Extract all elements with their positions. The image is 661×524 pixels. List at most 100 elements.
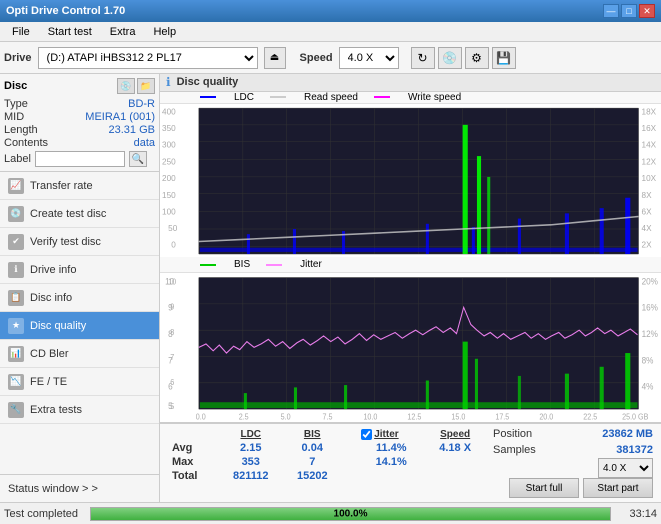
svg-text:12%: 12% [642, 329, 659, 340]
position-row: Position 23862 MB [493, 428, 653, 440]
upper-chart-container: 400 350 300 250 200 150 100 50 0 18X 16X… [160, 104, 661, 258]
menu-help[interactable]: Help [145, 24, 184, 40]
nav-disc-info-label: Disc info [30, 292, 72, 304]
svg-text:5.0: 5.0 [281, 412, 291, 421]
nav-cd-bler[interactable]: 📊 CD Bler [0, 340, 159, 368]
disc-btn-2[interactable]: 📁 [137, 78, 155, 94]
jitter-header: Jitter [374, 429, 398, 440]
label-label: Label [4, 153, 31, 165]
charts-area: LDC Read speed Write speed [160, 92, 661, 423]
speed-select[interactable]: 4.0 X [339, 47, 399, 69]
minimize-button[interactable]: — [603, 4, 619, 18]
start-full-button[interactable]: Start full [509, 478, 579, 498]
lower-chart-svg: 10 9 8 7 6 5 10 9 8 7 6 5 20% [160, 273, 661, 422]
stats-max-row: Max 353 7 14.1% [168, 455, 485, 469]
max-jitter: 14.1% [357, 455, 425, 469]
refresh-icon[interactable]: ↻ [411, 47, 435, 69]
disc-contents-row: Contents data [4, 137, 155, 149]
stats-avg-row: Avg 2.15 0.04 11.4% 4.18 X [168, 441, 485, 455]
close-button[interactable]: ✕ [639, 4, 655, 18]
svg-text:10X: 10X [642, 174, 657, 183]
cd-bler-icon: 📊 [8, 346, 24, 362]
drive-label: Drive [4, 52, 32, 64]
avg-jitter: 11.4% [357, 441, 425, 455]
svg-text:10: 10 [168, 277, 176, 286]
jitter-legend-color [266, 264, 282, 266]
label-edit-button[interactable]: 🔍 [129, 151, 147, 167]
svg-text:18X: 18X [642, 107, 657, 116]
jitter-legend-label: Jitter [300, 259, 322, 270]
lower-chart-wrapper: BIS Jitter [160, 257, 661, 423]
lower-chart-container: 10 9 8 7 6 5 10 9 8 7 6 5 20% [160, 273, 661, 423]
status-window-nav[interactable]: Status window > > [0, 474, 159, 502]
disc-mid-row: MID MEIRA1 (001) [4, 111, 155, 123]
svg-text:16%: 16% [642, 303, 659, 314]
jitter-checkbox-row: Jitter [361, 429, 421, 440]
bis-legend-label: BIS [234, 259, 250, 270]
menu-file[interactable]: File [4, 24, 38, 40]
svg-text:17.5: 17.5 [495, 412, 509, 421]
length-value: 23.31 GB [109, 124, 155, 136]
svg-text:5: 5 [170, 402, 174, 411]
nav-disc-info[interactable]: 📋 Disc info [0, 284, 159, 312]
nav-verify-test-disc[interactable]: ✔ Verify test disc [0, 228, 159, 256]
length-label: Length [4, 124, 38, 136]
svg-text:9: 9 [170, 303, 174, 312]
ldc-legend-label: LDC [234, 92, 254, 103]
nav-items: 📈 Transfer rate 💿 Create test disc ✔ Ver… [0, 172, 159, 474]
mid-label: MID [4, 111, 24, 123]
eject-button[interactable]: ⏏ [264, 47, 286, 69]
svg-text:350: 350 [162, 124, 176, 133]
jitter-checkbox[interactable] [361, 429, 372, 440]
speed-label: Speed [300, 52, 333, 64]
label-input[interactable] [35, 151, 125, 167]
total-ldc: 821112 [218, 469, 283, 483]
position-value: 23862 MB [602, 428, 653, 440]
upper-chart-svg: 400 350 300 250 200 150 100 50 0 18X 16X… [160, 104, 661, 258]
svg-text:25.0 GB: 25.0 GB [622, 255, 648, 257]
chart-title: Disc quality [177, 76, 239, 88]
disc-btn-1[interactable]: 💿 [117, 78, 135, 94]
svg-text:150: 150 [162, 190, 176, 199]
nav-fe-te[interactable]: 📉 FE / TE [0, 368, 159, 396]
svg-text:14X: 14X [642, 140, 657, 149]
max-ldc: 353 [218, 455, 283, 469]
stats-bar: LDC BIS Jitter Speed Avg 2.1 [160, 423, 661, 502]
nav-create-test-disc[interactable]: 💿 Create test disc [0, 200, 159, 228]
menu-extra[interactable]: Extra [102, 24, 144, 40]
nav-extra-tests[interactable]: 🔧 Extra tests [0, 396, 159, 424]
save-icon[interactable]: 💾 [492, 47, 516, 69]
nav-transfer-rate[interactable]: 📈 Transfer rate [0, 172, 159, 200]
menu-start-test[interactable]: Start test [40, 24, 100, 40]
bottom-bar: Test completed 100.0% 33:14 [0, 502, 661, 524]
svg-text:200: 200 [162, 174, 176, 183]
disc-info-icon: 📋 [8, 290, 24, 306]
read-speed-legend-color [270, 96, 286, 98]
nav-drive-info[interactable]: ℹ Drive info [0, 256, 159, 284]
app-title: Opti Drive Control 1.70 [6, 5, 125, 17]
svg-text:0.0: 0.0 [196, 255, 206, 257]
speed-dropdown[interactable]: 4.0 X [598, 458, 653, 478]
maximize-button[interactable]: □ [621, 4, 637, 18]
svg-text:8X: 8X [642, 190, 652, 199]
progress-bar-container: 100.0% [90, 507, 611, 521]
svg-text:0: 0 [171, 240, 176, 249]
disc-icon[interactable]: 💿 [438, 47, 462, 69]
samples-label: Samples [493, 444, 536, 456]
svg-text:10.0: 10.0 [363, 412, 377, 421]
svg-text:7: 7 [170, 353, 174, 362]
create-test-disc-icon: 💿 [8, 206, 24, 222]
title-bar: Opti Drive Control 1.70 — □ ✕ [0, 0, 661, 22]
disc-label-row: Label 🔍 [4, 151, 155, 167]
samples-value: 381372 [616, 444, 653, 456]
toolbar-icons: ↻ 💿 ⚙ 💾 [411, 47, 516, 69]
drive-select[interactable]: (D:) ATAPI iHBS312 2 PL17 [38, 47, 258, 69]
upper-chart-wrapper: LDC Read speed Write speed [160, 92, 661, 258]
nav-disc-quality[interactable]: ★ Disc quality [0, 312, 159, 340]
svg-text:17.5: 17.5 [495, 255, 509, 257]
svg-text:25.0 GB: 25.0 GB [622, 412, 648, 421]
start-part-button[interactable]: Start part [583, 478, 653, 498]
svg-text:7.5: 7.5 [323, 412, 333, 421]
max-bis: 7 [283, 455, 341, 469]
settings-icon[interactable]: ⚙ [465, 47, 489, 69]
